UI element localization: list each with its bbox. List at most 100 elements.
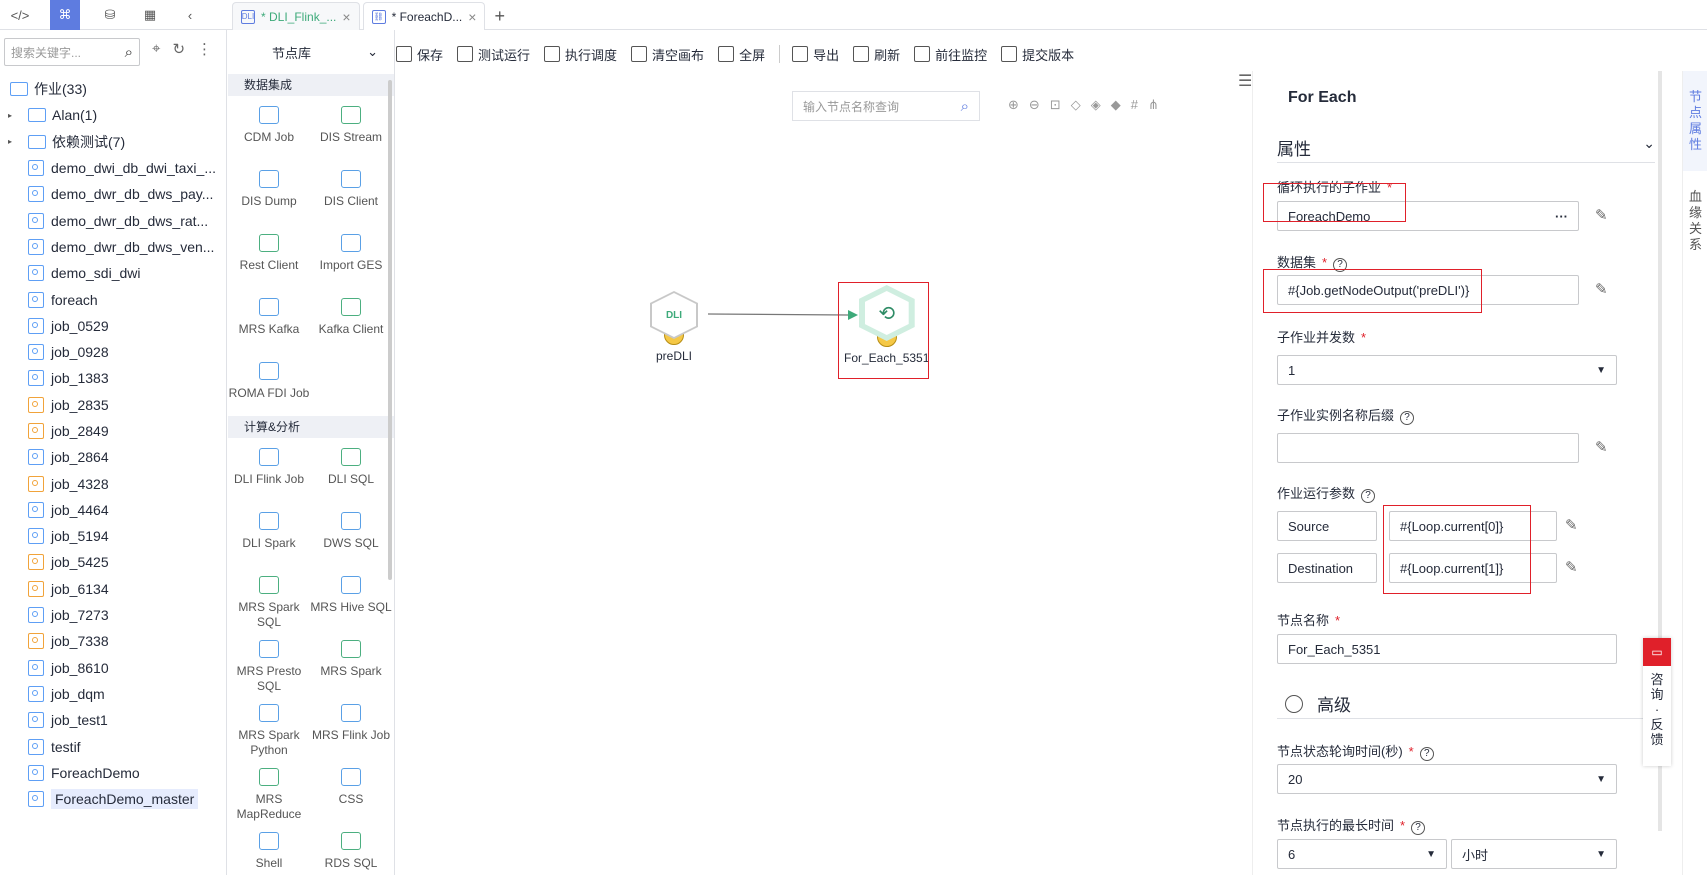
node-predli[interactable]: DLI + preDLI — [650, 291, 698, 363]
edit-icon[interactable]: ✎ — [1595, 206, 1611, 224]
tree-job-item[interactable]: demo_dwr_db_dws_rat... — [0, 207, 227, 233]
lib-node-item[interactable]: CDM Job — [228, 96, 310, 160]
tree-job-item[interactable]: ForeachDemo_master — [0, 786, 227, 812]
lib-node-item[interactable]: MRS Kafka — [228, 288, 310, 352]
tree-job-item[interactable]: job_6134 — [0, 576, 227, 602]
tree-job-item[interactable]: job_0928 — [0, 339, 227, 365]
lib-node-item[interactable]: DWS SQL — [310, 502, 392, 566]
lib-node-item[interactable]: DIS Client — [310, 160, 392, 224]
tree-job-item[interactable]: job_7273 — [0, 602, 227, 628]
section-header[interactable]: 属性 ⌄ — [1277, 135, 1655, 163]
max-time-unit-select[interactable]: 小时 ▼ — [1451, 839, 1617, 869]
tab-foreach[interactable]: ⛓ * ForeachD... × — [362, 2, 486, 30]
toolbar-button[interactable]: 保存 — [396, 45, 443, 64]
collapse-icon[interactable]: ‹ — [170, 0, 210, 30]
tree-job-item[interactable]: job_1383 — [0, 365, 227, 391]
expand-icon[interactable]: ▸ — [8, 111, 18, 120]
lib-node-item[interactable]: MRS Spark Python — [228, 694, 310, 758]
lib-node-item[interactable]: DLI Spark — [228, 502, 310, 566]
param-key-destination[interactable]: Destination — [1277, 553, 1377, 583]
tree-job-item[interactable]: testif — [0, 733, 227, 759]
locate-icon[interactable]: ⌖ — [152, 40, 160, 58]
lib-node-item[interactable]: CSS — [310, 758, 392, 822]
tree-job-item[interactable]: job_5194 — [0, 523, 227, 549]
table-icon[interactable]: ▦ — [130, 0, 170, 30]
edit-icon[interactable]: ✎ — [1595, 438, 1611, 456]
tree-job-item[interactable]: job_5425 — [0, 549, 227, 575]
search-icon[interactable]: ⌕ — [125, 44, 133, 61]
advanced-header[interactable]: 高级 — [1277, 689, 1655, 719]
lib-node-item[interactable]: Import GES — [310, 224, 392, 288]
tree-job-item[interactable]: demo_dwr_db_dws_pay... — [0, 181, 227, 207]
toolbar-button[interactable]: 导出 — [792, 45, 839, 64]
tree-job-item[interactable]: job_2864 — [0, 444, 227, 470]
toolbar-button[interactable]: 清空画布 — [631, 45, 704, 64]
lib-node-item[interactable]: DIS Stream — [310, 96, 392, 160]
tree-job-item[interactable]: job_7338 — [0, 628, 227, 654]
toolbar-button[interactable]: 测试运行 — [457, 45, 530, 64]
tree-job-item[interactable]: demo_dwi_db_dwi_taxi_... — [0, 155, 227, 181]
tree-job-item[interactable]: demo_sdi_dwi — [0, 260, 227, 286]
tree-folder[interactable]: ▸ 依赖测试(7) — [0, 129, 227, 155]
lib-node-item[interactable]: MRS Hive SQL — [310, 566, 392, 630]
tab-dli-flink[interactable]: DLI * DLI_Flink_... × — [232, 2, 360, 30]
database-icon[interactable]: ⛁ — [90, 0, 130, 30]
tree-job-item[interactable]: job_8610 — [0, 655, 227, 681]
expand-icon[interactable]: ▸ — [8, 137, 18, 146]
toolbar-button[interactable]: 全屏 — [718, 45, 765, 64]
tree-root[interactable]: 作业(33) — [0, 76, 227, 102]
lib-node-item[interactable]: MRS Spark SQL — [228, 566, 310, 630]
lib-node-item[interactable]: RDS SQL — [310, 822, 392, 886]
tree-folder[interactable]: ▸ Alan(1) — [0, 102, 227, 128]
lib-node-item[interactable]: Shell — [228, 822, 310, 886]
tab-lineage[interactable]: 血缘关系 — [1683, 171, 1707, 271]
lib-node-item[interactable]: DLI SQL — [310, 438, 392, 502]
edit-icon[interactable]: ✎ — [1595, 280, 1611, 298]
tree-job-item[interactable]: demo_dwr_db_dws_ven... — [0, 234, 227, 260]
lib-node-item[interactable]: MRS Spark — [310, 630, 392, 694]
tree-job-item[interactable]: job_4328 — [0, 470, 227, 496]
node-name-field[interactable]: For_Each_5351 — [1277, 634, 1617, 664]
tree-job-item[interactable]: job_0529 — [0, 313, 227, 339]
more-icon[interactable]: ··· — [1555, 209, 1568, 224]
more-icon[interactable]: ⋮ — [197, 40, 212, 58]
lib-node-item[interactable]: DLI Flink Job — [228, 438, 310, 502]
max-time-select[interactable]: 6 ▼ — [1277, 839, 1447, 869]
toolbar-button[interactable]: 前往监控 — [914, 45, 987, 64]
toolbar-button[interactable]: 刷新 — [853, 45, 900, 64]
feedback-button[interactable]: ▭ 咨询·反馈 — [1643, 638, 1671, 766]
tree-job-item[interactable]: job_dqm — [0, 681, 227, 707]
refresh-icon[interactable]: ↻ — [172, 40, 185, 58]
lib-node-item[interactable]: Kafka Client — [310, 288, 392, 352]
code-icon[interactable]: </> — [0, 0, 40, 30]
toolbar-button[interactable]: 执行调度 — [544, 45, 617, 64]
canvas[interactable]: 输入节点名称查询⌕ ⊕ ⊖ ⊡ ◇ ◈ ◆ # ⋔ ☰ DLI + preDLI… — [396, 71, 1252, 875]
scrollbar[interactable] — [388, 80, 392, 580]
lib-node-item[interactable]: MRS MapReduce — [228, 758, 310, 822]
tree-job-item[interactable]: job_test1 — [0, 707, 227, 733]
lib-node-item[interactable]: MRS Presto SQL — [228, 630, 310, 694]
lib-node-item[interactable]: ROMA FDI Job — [228, 352, 310, 416]
tree-job-item[interactable]: ForeachDemo — [0, 760, 227, 786]
toolbar-button[interactable]: 提交版本 — [1001, 45, 1074, 64]
tree-job-item[interactable]: foreach — [0, 286, 227, 312]
chevron-down-icon[interactable]: ⌄ — [367, 44, 378, 60]
lib-node-item[interactable]: Rest Client — [228, 224, 310, 288]
edit-icon[interactable]: ✎ — [1565, 558, 1581, 576]
concurrency-select[interactable]: 1 ▼ — [1277, 355, 1617, 385]
param-key-source[interactable]: Source — [1277, 511, 1377, 541]
poll-interval-select[interactable]: 20 ▼ — [1277, 764, 1617, 794]
search-input[interactable]: 搜索关键字... ⌕ — [4, 38, 140, 66]
tree-job-item[interactable]: job_4464 — [0, 497, 227, 523]
tree-job-item[interactable]: job_2849 — [0, 418, 227, 444]
close-icon[interactable]: × — [342, 9, 350, 25]
chevron-down-icon[interactable]: ⌄ — [1643, 135, 1655, 162]
lib-node-item[interactable]: MRS Flink Job — [310, 694, 392, 758]
job-tree-icon[interactable]: ⌘ — [50, 0, 80, 30]
tree-job-item[interactable]: job_2835 — [0, 392, 227, 418]
tab-node-properties[interactable]: 节点属性 — [1683, 71, 1707, 171]
edit-icon[interactable]: ✎ — [1565, 516, 1581, 534]
instance-suffix-field[interactable] — [1277, 433, 1579, 463]
close-icon[interactable]: × — [468, 9, 476, 25]
add-tab-icon[interactable]: + — [494, 2, 505, 30]
